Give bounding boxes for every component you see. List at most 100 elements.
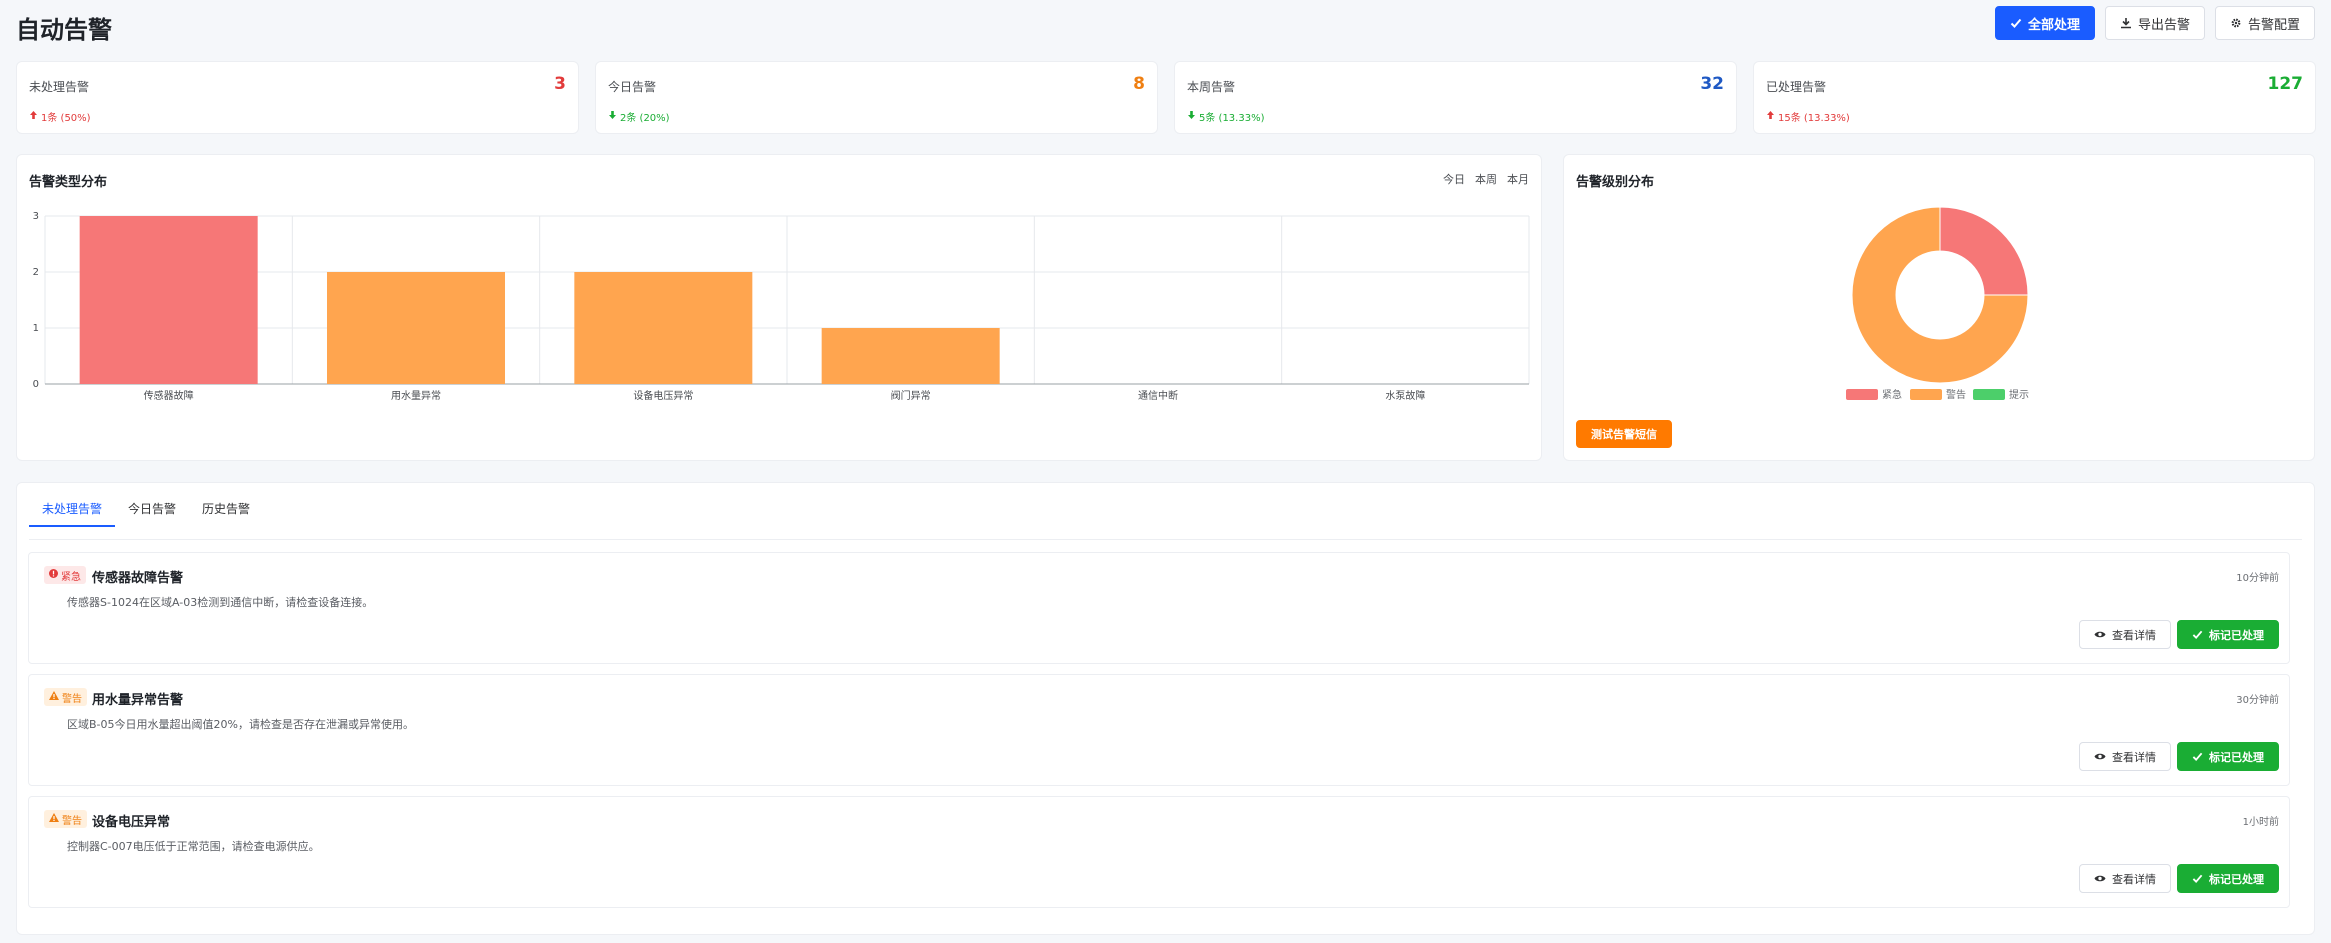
- y-tick-label: 3: [33, 211, 39, 222]
- legend-swatch-0: [1846, 389, 1878, 400]
- mark-processed-label: 标记已处理: [2209, 628, 2264, 642]
- warning-triangle-icon: [49, 813, 59, 825]
- x-tick-label: 通信中断: [1138, 389, 1178, 402]
- view-details-label: 查看详情: [2112, 628, 2156, 642]
- alert-title: 传感器故障告警: [92, 571, 184, 586]
- y-tick-label: 0: [33, 379, 39, 390]
- alert-time: 10分钟前: [2236, 573, 2279, 584]
- mark-processed-label: 标记已处理: [2209, 750, 2264, 764]
- stat-trend: 1条 (50%): [29, 109, 91, 124]
- stat-value: 127: [2267, 74, 2304, 94]
- legend-label: 警告: [1946, 388, 1966, 401]
- bar-chart-card: 告警类型分布 今日 本周 本月 0 1 2 3 传感器故障 用水量异常 设备电压异常 阀门异常…: [16, 154, 1542, 461]
- eye-icon: [2094, 630, 2106, 639]
- download-icon: [2120, 17, 2132, 29]
- stat-value: 32: [1700, 74, 1724, 94]
- alert-title: 设备电压异常: [92, 815, 171, 830]
- view-details-button[interactable]: 查看详情: [2079, 864, 2171, 893]
- mark-processed-button[interactable]: 标记已处理: [2177, 864, 2279, 893]
- export-button[interactable]: 导出告警: [2104, 6, 2205, 40]
- stat-value: 3: [554, 74, 566, 94]
- stat-trend-text: 15条 (13.33%): [1778, 113, 1850, 124]
- x-tick-label: 用水量异常: [391, 389, 441, 402]
- pie-chart-card: 告警级别分布 紧急 警告 提示 测试告警短信: [1563, 154, 2315, 461]
- stat-trend-text: 2条 (20%): [620, 113, 670, 124]
- pie-chart: 紧急 警告 提示: [1846, 206, 2029, 401]
- stat-card-processed: 已处理告警 127 15条 (13.33%): [1753, 61, 2316, 134]
- stat-trend: 2条 (20%): [608, 109, 670, 124]
- x-tick-label: 水泵故障: [1385, 389, 1425, 402]
- alert-level-badge: 警告: [44, 688, 87, 706]
- alert-actions: 查看详情 标记已处理: [2079, 620, 2279, 649]
- stat-card-today: 今日告警 8 2条 (20%): [595, 61, 1158, 134]
- stat-card-unprocessed: 未处理告警 3 1条 (50%): [16, 61, 579, 134]
- check-icon: [2192, 751, 2203, 762]
- config-label: 告警配置: [2247, 17, 2300, 33]
- mark-processed-button[interactable]: 标记已处理: [2177, 620, 2279, 649]
- tab-divider: [29, 539, 2302, 540]
- arrow-down-icon: [608, 110, 617, 123]
- legend-swatch-2: [1973, 389, 2005, 400]
- bar-2[interactable]: [574, 272, 753, 384]
- bar-chart: 0 1 2 3 传感器故障 用水量异常 设备电压异常 阀门异常 通信中断 水泵故障: [33, 211, 1530, 402]
- view-details-button[interactable]: 查看详情: [2079, 742, 2171, 771]
- eye-icon: [2094, 752, 2106, 761]
- check-icon: [2010, 17, 2022, 29]
- page-header: 自动告警 全部处理 导出告警 告警配置: [0, 0, 2331, 50]
- x-tick-label: 阀门异常: [891, 389, 931, 402]
- alert-time: 30分钟前: [2236, 695, 2279, 706]
- header-actions: 全部处理 导出告警 告警配置: [1994, 6, 2315, 40]
- bar-3[interactable]: [821, 328, 1000, 384]
- export-label: 导出告警: [2137, 17, 2190, 33]
- alert-time: 1小时前: [2242, 817, 2279, 828]
- y-tick-label: 2: [33, 267, 39, 278]
- process-all-button[interactable]: 全部处理: [1994, 6, 2095, 40]
- bar-1[interactable]: [327, 272, 505, 384]
- stat-label: 今日告警: [608, 80, 657, 94]
- view-details-button[interactable]: 查看详情: [2079, 620, 2171, 649]
- alert-description: 控制器C-007电压低于正常范围，请检查电源供应。: [67, 840, 320, 853]
- arrow-up-icon: [1766, 110, 1775, 123]
- alert-description: 传感器S-1024在区域A-03检测到通信中断，请检查设备连接。: [67, 596, 374, 609]
- process-all-label: 全部处理: [2027, 17, 2080, 33]
- tab-history[interactable]: 历史告警: [189, 499, 263, 527]
- stat-label: 已处理告警: [1766, 80, 1827, 94]
- test-sms-button[interactable]: 测试告警短信: [1576, 420, 1672, 448]
- check-icon: [2192, 629, 2203, 640]
- alert-actions: 查看详情 标记已处理: [2079, 864, 2279, 893]
- alert-level-badge: 警告: [44, 810, 87, 828]
- stat-value: 8: [1133, 74, 1145, 94]
- arrow-down-icon: [1187, 110, 1196, 123]
- stat-trend: 5条 (13.33%): [1187, 109, 1264, 124]
- tab-unprocessed[interactable]: 未处理告警: [29, 499, 116, 527]
- test-sms-label: 测试告警短信: [1591, 428, 1657, 441]
- alert-item: 警告 用水量异常告警 区域B-05今日用水量超出阈值20%，请检查是否存在泄漏或异常…: [28, 674, 2290, 786]
- tab-today[interactable]: 今日告警: [115, 499, 189, 527]
- alert-level-badge: 紧急: [44, 566, 86, 584]
- bar-0[interactable]: [79, 216, 258, 384]
- mark-processed-button[interactable]: 标记已处理: [2177, 742, 2279, 771]
- gear-icon: [2230, 17, 2242, 29]
- x-tick-label: 设备电压异常: [633, 389, 693, 402]
- stat-card-week: 本周告警 32 5条 (13.33%): [1174, 61, 1737, 134]
- stat-trend: 15条 (13.33%): [1766, 109, 1850, 124]
- mark-processed-label: 标记已处理: [2209, 872, 2264, 886]
- config-button[interactable]: 告警配置: [2214, 6, 2315, 40]
- pie-slice-0[interactable]: [1939, 206, 2029, 296]
- stat-trend-text: 5条 (13.33%): [1199, 113, 1265, 124]
- alert-item: 警告 设备电压异常控制器C-007电压低于正常范围，请检查电源供应。 1小时前查看详…: [28, 796, 2290, 908]
- arrow-up-icon: [29, 110, 38, 123]
- y-tick-label: 1: [33, 323, 39, 334]
- warning-triangle-icon: [49, 691, 59, 703]
- alert-item: 紧急 传感器故障告警传感器S-1024在区域A-03检测到通信中断，请检查设备连接…: [28, 552, 2290, 664]
- stat-trend-text: 1条 (50%): [41, 113, 91, 124]
- view-details-label: 查看详情: [2112, 872, 2156, 886]
- legend-label: 紧急: [1882, 388, 1902, 401]
- legend-label: 提示: [2009, 389, 2029, 401]
- x-tick-label: 传感器故障: [144, 389, 194, 402]
- stat-label: 未处理告警: [29, 80, 90, 94]
- stat-label: 本周告警: [1187, 80, 1236, 94]
- check-icon: [2192, 873, 2203, 884]
- alert-description: 区域B-05今日用水量超出阈值20%，请检查是否存在泄漏或异常使用。: [67, 718, 414, 731]
- eye-icon: [2094, 874, 2106, 883]
